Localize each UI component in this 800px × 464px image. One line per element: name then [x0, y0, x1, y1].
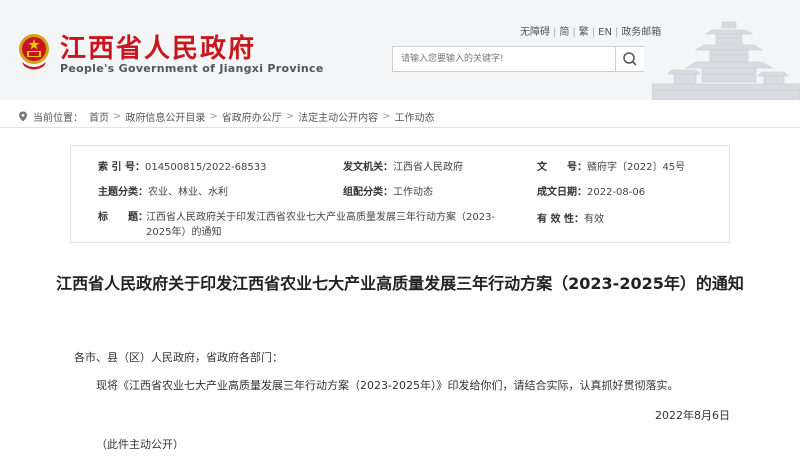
document-info-table: 索 引 号：014500815/2022-68533 发文机关：江西省人民政府 … [70, 145, 730, 243]
written-date-label: 成文日期： [537, 187, 587, 198]
issuing-org-label: 发文机关： [343, 162, 393, 173]
search-input[interactable] [393, 47, 613, 71]
group-label: 组配分类： [343, 187, 393, 198]
doc-number-value: 赣府字〔2022〕45号 [587, 162, 686, 173]
breadcrumb-statutory-content[interactable]: 法定主动公开内容 [298, 109, 378, 124]
signature-date: 2022年8月6日 [655, 409, 730, 422]
issuing-org-row: 发文机关：江西省人民政府 [343, 158, 463, 173]
breadcrumb-divider [0, 127, 800, 128]
validity-value: 有效 [583, 214, 604, 225]
breadcrumb-general-office[interactable]: 省政府办公厅 [222, 109, 282, 124]
site-header: 江西省人民政府 People's Government of Jiangxi P… [0, 0, 800, 100]
site-title[interactable]: 江西省人民政府 [60, 28, 256, 65]
search-button[interactable] [615, 47, 644, 71]
search-box [392, 46, 644, 72]
written-date-value: 2022-08-06 [587, 187, 646, 198]
english-link[interactable]: EN [598, 27, 612, 38]
traditional-chinese-link[interactable]: 繁 [579, 27, 589, 38]
breadcrumb: 当前位置： 首页 > 政府信息公开目录 > 省政府办公厅 > 法定主动公开内容 … [18, 109, 435, 124]
site-subtitle: People's Government of Jiangxi Province [60, 62, 324, 75]
salutation: 各市、县（区）人民政府，省政府各部门： [74, 351, 283, 364]
index-number-row: 索 引 号：014500815/2022-68533 [98, 158, 266, 173]
index-number-label: 索 引 号： [98, 162, 145, 173]
topic-label: 主题分类： [98, 187, 148, 198]
breadcrumb-label: 当前位置： [33, 113, 83, 124]
topic-value: 农业、林业、水利 [148, 187, 228, 198]
simplified-chinese-link[interactable]: 简 [559, 27, 569, 38]
breadcrumb-home[interactable]: 首页 [89, 109, 109, 124]
national-emblem-icon [19, 34, 49, 70]
issuing-org-value: 江西省人民政府 [393, 162, 463, 173]
validity-label: 有 效 性： [537, 214, 584, 225]
title-value: 江西省人民政府关于印发江西省农业七大产业高质量发展三年行动方案（2023-202… [146, 212, 496, 238]
breadcrumb-info-catalog[interactable]: 政府信息公开目录 [125, 109, 205, 124]
validity-row: 有 效 性：有效 [537, 210, 604, 225]
breadcrumb-work-news[interactable]: 工作动态 [395, 109, 435, 124]
top-links: 无障碍 | 简 | 繁 | EN | 政务邮箱 [520, 27, 662, 38]
topic-row: 主题分类：农业、林业、水利 [98, 183, 228, 198]
publication-note: （此件主动公开） [96, 438, 184, 451]
search-icon [623, 52, 637, 66]
body-paragraph: 现将《江西省农业七大产业高质量发展三年行动方案（2023-2025年）》印发给你… [96, 379, 679, 392]
accessibility-link[interactable]: 无障碍 [520, 27, 550, 38]
group-value: 工作动态 [393, 187, 433, 198]
tengwang-pavilion-icon [652, 21, 800, 100]
written-date-row: 成文日期：2022-08-06 [537, 183, 645, 198]
location-pin-icon [19, 111, 27, 122]
group-row: 组配分类：工作动态 [343, 183, 433, 198]
doc-number-label: 文 号： [537, 162, 587, 173]
doc-number-row: 文 号：赣府字〔2022〕45号 [537, 158, 685, 173]
index-number-value: 014500815/2022-68533 [144, 162, 267, 173]
title-label: 标 题： [98, 212, 148, 223]
document-title: 江西省人民政府关于印发江西省农业七大产业高质量发展三年行动方案（2023-202… [56, 274, 744, 293]
